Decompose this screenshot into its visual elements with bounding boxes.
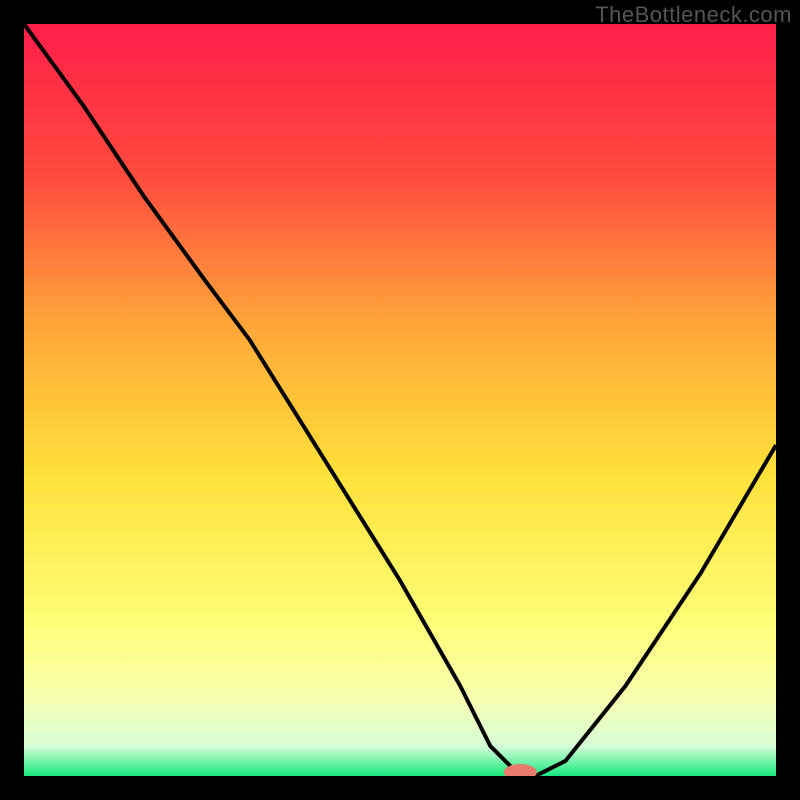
chart-frame: TheBottleneck.com	[0, 0, 800, 800]
bottleneck-chart	[24, 24, 776, 776]
watermark-text: TheBottleneck.com	[595, 2, 792, 28]
gradient-background	[24, 24, 776, 776]
plot-area	[24, 24, 776, 776]
